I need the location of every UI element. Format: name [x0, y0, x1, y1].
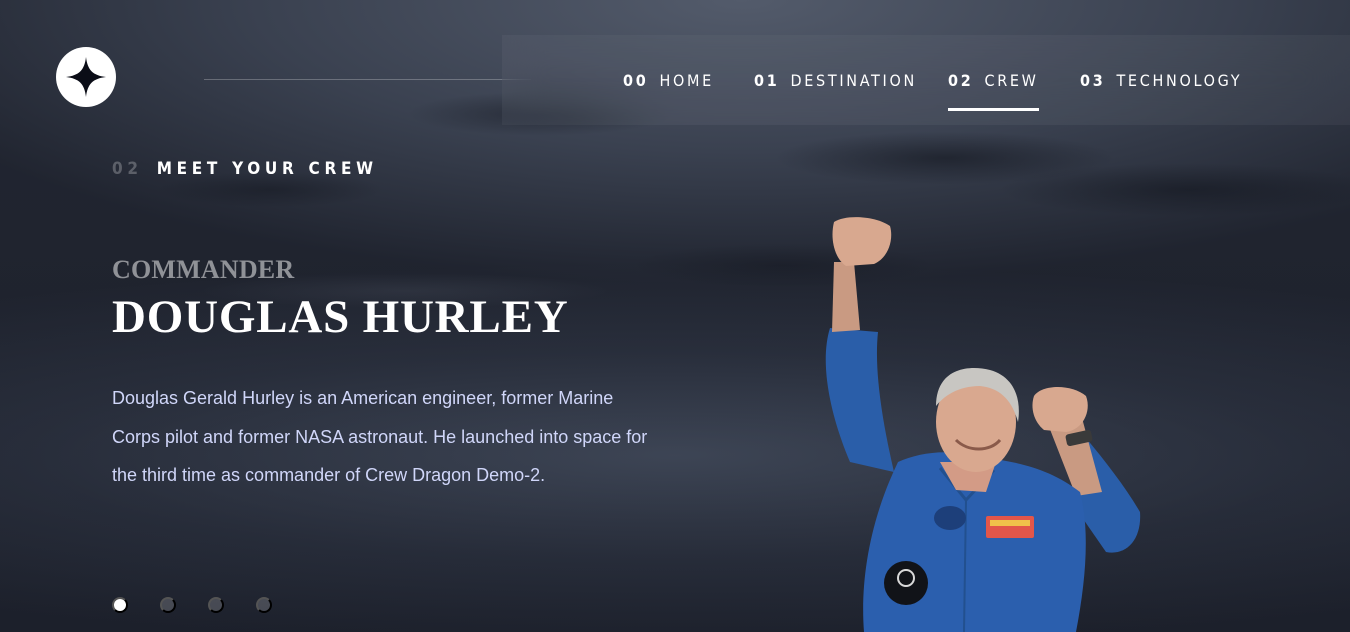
nav-item-destination[interactable]: 01 DESTINATION [754, 35, 917, 125]
crew-slider-dots [112, 597, 272, 613]
slider-dot-4[interactable] [256, 597, 272, 613]
main-navigation: 00 HOME 01 DESTINATION 02 CREW 03 TECHNO… [502, 35, 1350, 125]
star-logo-icon [66, 57, 106, 97]
slider-dot-2[interactable] [160, 597, 176, 613]
crew-member-image [825, 217, 1141, 632]
section-number: 02 [112, 159, 143, 179]
nav-item-label: TECHNOLOGY [1116, 70, 1243, 90]
slider-dot-1[interactable] [112, 597, 128, 613]
nav-item-number: 02 [948, 70, 974, 90]
nav-item-technology[interactable]: 03 TECHNOLOGY [1080, 35, 1242, 125]
page-eyebrow: 02 MEET YOUR CREW [112, 159, 378, 179]
nav-item-crew[interactable]: 02 CREW [948, 35, 1039, 125]
nav-item-label: DESTINATION [790, 70, 917, 90]
nav-item-number: 03 [1080, 70, 1106, 90]
crew-bio: Douglas Gerald Hurley is an American eng… [112, 388, 648, 485]
slider-dot-3[interactable] [208, 597, 224, 613]
header-divider [204, 79, 531, 80]
nav-item-label: HOME [659, 70, 714, 90]
nav-item-number: 01 [754, 70, 780, 90]
logo[interactable] [56, 47, 116, 107]
nav-item-number: 00 [623, 70, 649, 90]
crew-name: Douglas Hurley [112, 291, 569, 343]
nav-item-label: CREW [984, 70, 1039, 90]
nav-item-home[interactable]: 00 HOME [623, 35, 714, 125]
section-title: MEET YOUR CREW [156, 159, 378, 179]
crew-role: Commander [112, 255, 295, 284]
